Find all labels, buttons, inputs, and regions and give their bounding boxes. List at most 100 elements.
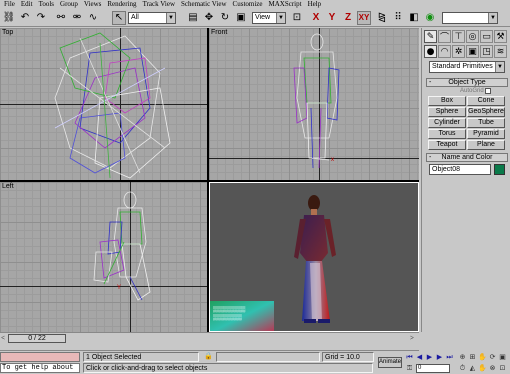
viewport-label-front[interactable]: Front bbox=[211, 29, 227, 36]
cameras-icon[interactable]: ▣ bbox=[466, 45, 479, 58]
box-button[interactable]: Box bbox=[428, 96, 466, 106]
sphere-button[interactable]: Sphere bbox=[428, 107, 466, 117]
viewport-front[interactable]: x Front bbox=[209, 28, 419, 180]
min-max-toggle-icon[interactable]: ⊡ bbox=[498, 364, 507, 373]
shapes-icon[interactable]: ◠ bbox=[438, 45, 451, 58]
object-color-swatch[interactable] bbox=[494, 164, 505, 175]
grid-status-field: Grid = 10.0 bbox=[322, 352, 374, 362]
cylinder-button[interactable]: Cylinder bbox=[428, 118, 466, 128]
viewport-label-left[interactable]: Left bbox=[2, 183, 14, 190]
geometry-icon[interactable]: ● bbox=[424, 45, 437, 58]
help-prompt-field[interactable]: To get help about load bbox=[0, 363, 80, 373]
viewport-top[interactable]: Top bbox=[0, 28, 207, 180]
select-and-link-icon[interactable]: ⛓ bbox=[2, 11, 16, 25]
command-panel-tabs: ✎ ⌒ ⊤ ◎ ▭ ⚒ bbox=[424, 30, 508, 44]
time-slider-right-arrow-icon[interactable]: > bbox=[410, 334, 414, 342]
animate-button[interactable]: Animate bbox=[378, 357, 402, 368]
geosphere-button[interactable]: GeoSphere bbox=[467, 107, 505, 117]
pivot-center-icon[interactable]: ⊡ bbox=[290, 11, 304, 25]
mirror-icon[interactable]: ⧎ bbox=[375, 11, 389, 25]
torus-button[interactable]: Torus bbox=[428, 129, 466, 139]
key-mode-icon[interactable]: ⚿ bbox=[405, 364, 414, 373]
restrict-xy-button[interactable]: XY bbox=[357, 11, 371, 25]
primitive-category-dropdown[interactable]: Standard Primitives ▼ bbox=[429, 61, 505, 73]
walkthrough-icon[interactable]: ✋ bbox=[478, 364, 487, 373]
menu-file[interactable]: File bbox=[4, 0, 15, 9]
display-tab-icon[interactable]: ▭ bbox=[480, 30, 493, 43]
pyramid-button[interactable]: Pyramid bbox=[467, 129, 505, 139]
lights-icon[interactable]: ✲ bbox=[452, 45, 465, 58]
named-selection-dropdown[interactable]: ▼ bbox=[442, 12, 498, 24]
modify-tab-icon[interactable]: ⌒ bbox=[438, 30, 451, 43]
viewport-divider-horizontal[interactable] bbox=[0, 180, 419, 182]
helpers-icon[interactable]: ◳ bbox=[480, 45, 493, 58]
cone-button[interactable]: Cone bbox=[467, 96, 505, 106]
menu-tools[interactable]: Tools bbox=[39, 0, 54, 9]
autogrid-checkbox[interactable] bbox=[485, 88, 491, 94]
maxscript-listener-mini[interactable] bbox=[0, 352, 80, 362]
menu-customize[interactable]: Customize bbox=[233, 0, 263, 9]
space-warps-icon[interactable]: ≋ bbox=[494, 45, 507, 58]
link-icon[interactable]: ⚯ bbox=[54, 11, 68, 25]
menu-help[interactable]: Help bbox=[308, 0, 322, 9]
track-bar[interactable] bbox=[0, 343, 419, 351]
maximize-viewport-icon[interactable]: ▣ bbox=[498, 353, 507, 362]
menu-views[interactable]: Views bbox=[84, 0, 101, 9]
go-to-start-icon[interactable]: ⏮ bbox=[405, 353, 414, 362]
menu-edit[interactable]: Edit bbox=[21, 0, 33, 9]
arc-rotate-icon[interactable]: ⟳ bbox=[488, 353, 497, 362]
selection-filter-dropdown[interactable]: All ▼ bbox=[128, 12, 176, 24]
redo-icon[interactable]: ↷ bbox=[34, 11, 48, 25]
play-icon[interactable]: ▶ bbox=[425, 353, 434, 362]
motion-tab-icon[interactable]: ◎ bbox=[466, 30, 479, 43]
select-by-name-icon[interactable]: ▤ bbox=[186, 11, 200, 25]
select-object-icon[interactable]: ↖ bbox=[112, 11, 126, 25]
orbit-icon[interactable]: ⊗ bbox=[488, 364, 497, 373]
select-and-rotate-icon[interactable]: ↻ bbox=[218, 11, 232, 25]
zoom-all-icon[interactable]: ⊞ bbox=[468, 353, 477, 362]
teapot-button[interactable]: Teapot bbox=[428, 140, 466, 150]
menu-bar: File Edit Tools Group Views Rendering Tr… bbox=[0, 0, 510, 9]
select-and-scale-icon[interactable]: ▣ bbox=[234, 11, 248, 25]
undo-icon[interactable]: ↶ bbox=[18, 11, 32, 25]
material-editor-icon[interactable]: ◉ bbox=[423, 11, 437, 25]
go-to-end-icon[interactable]: ⏭ bbox=[445, 353, 454, 362]
align-icon[interactable]: ◧ bbox=[407, 11, 421, 25]
time-slider-left-arrow-icon[interactable]: < bbox=[1, 334, 5, 342]
menu-rendering[interactable]: Rendering bbox=[107, 0, 136, 9]
menu-maxscript[interactable]: MAXScript bbox=[269, 0, 302, 9]
time-slider[interactable]: < 0 / 22 > bbox=[0, 332, 419, 343]
reference-coordinate-dropdown[interactable]: View ▼ bbox=[252, 12, 286, 24]
menu-group[interactable]: Group bbox=[60, 0, 78, 9]
tube-button[interactable]: Tube bbox=[467, 118, 505, 128]
object-type-rollout-header[interactable]: - Object Type bbox=[426, 78, 508, 87]
unlink-icon[interactable]: ⚮ bbox=[70, 11, 84, 25]
object-name-field[interactable]: Object08 bbox=[429, 164, 491, 175]
plane-button[interactable]: Plane bbox=[467, 140, 505, 150]
menu-schematic-view[interactable]: Schematic View bbox=[181, 0, 227, 9]
utilities-tab-icon[interactable]: ⚒ bbox=[494, 30, 507, 43]
select-and-move-icon[interactable]: ✥ bbox=[202, 11, 216, 25]
pan-icon[interactable]: ✋ bbox=[478, 353, 487, 362]
viewport-perspective[interactable]: ▒▒▒▒▒▒▒▒▒ ▒▒▒▒▒▒▒▒ bbox=[209, 182, 419, 332]
menu-track-view[interactable]: Track View bbox=[143, 0, 175, 9]
viewport-left[interactable]: Y Left bbox=[0, 182, 207, 332]
hierarchy-tab-icon[interactable]: ⊤ bbox=[452, 30, 465, 43]
restrict-x-button[interactable]: X bbox=[309, 11, 323, 25]
autogrid-label: AutoGrid bbox=[460, 88, 484, 94]
next-frame-icon[interactable]: ▶ bbox=[435, 353, 444, 362]
previous-frame-icon[interactable]: ◀ bbox=[415, 353, 424, 362]
field-of-view-icon[interactable]: ◭ bbox=[468, 364, 477, 373]
time-slider-thumb[interactable]: 0 / 22 bbox=[8, 334, 66, 343]
current-frame-field[interactable]: 0 bbox=[416, 364, 450, 373]
restrict-y-button[interactable]: Y bbox=[325, 11, 339, 25]
array-icon[interactable]: ⠿ bbox=[391, 11, 405, 25]
viewport-label-top[interactable]: Top bbox=[2, 29, 13, 36]
lock-selection-icon[interactable]: 🔒 bbox=[204, 352, 213, 361]
create-tab-icon[interactable]: ✎ bbox=[424, 30, 437, 43]
restrict-z-button[interactable]: Z bbox=[341, 11, 355, 25]
zoom-icon[interactable]: ⊕ bbox=[458, 353, 467, 362]
time-config-icon[interactable]: ⏱ bbox=[458, 364, 467, 373]
name-and-color-rollout-header[interactable]: - Name and Color bbox=[426, 153, 508, 162]
bind-space-warp-icon[interactable]: ∿ bbox=[86, 11, 100, 25]
